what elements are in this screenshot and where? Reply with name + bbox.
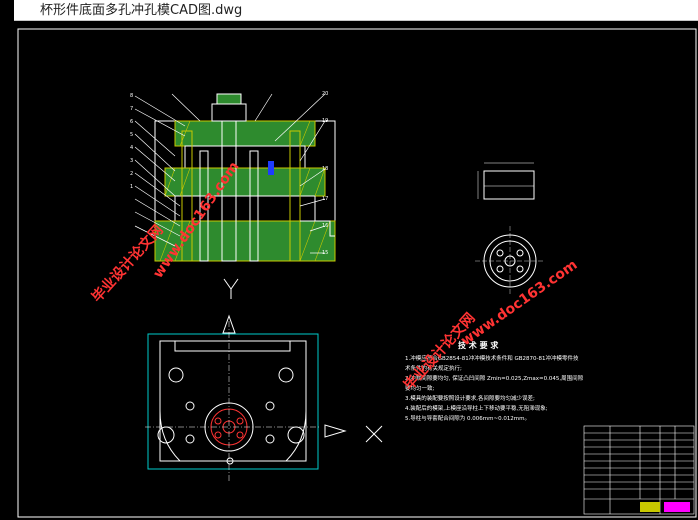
svg-text:17: 17 [322, 196, 328, 202]
cad-canvas[interactable]: 876 543 21 20 19 18 17 16 15 技 术 要 求 1.冲… [0, 21, 698, 520]
watermark-text: www.doc163.com [458, 257, 580, 349]
tech-req-line: 4.装配后的模架,上模座沿导柱上下移动要平稳,无阻滞现象; [405, 404, 548, 412]
svg-text:20: 20 [322, 91, 328, 97]
x-axis-marker [365, 425, 383, 443]
mold-top-view [145, 314, 347, 481]
tech-req-line: 2.冲裁间隙要均匀, 保证凸凹间隙 Zmin=0.025,Zmax=0.045,… [405, 374, 584, 382]
title-bar-edge [0, 0, 14, 21]
y-axis-marker [223, 278, 239, 299]
svg-text:6: 6 [130, 119, 133, 125]
svg-text:1: 1 [130, 184, 133, 190]
svg-text:18: 18 [322, 166, 328, 172]
window-title: 杯形件底面多孔冲孔模CAD图.dwg [40, 2, 243, 18]
watermark-text: 毕业设计论文网 [88, 221, 166, 305]
part-side-view [477, 162, 535, 200]
title-block [583, 425, 695, 515]
svg-text:2: 2 [130, 171, 133, 177]
svg-text:19: 19 [322, 118, 328, 124]
svg-text:15: 15 [322, 250, 328, 256]
svg-text:5: 5 [130, 132, 133, 138]
tech-req-line: 3.模具的装配要按照设计要求,各间隙要均匀减少误差; [405, 394, 535, 402]
svg-text:16: 16 [322, 223, 328, 229]
svg-text:7: 7 [130, 106, 133, 112]
tech-req-line: 5.导柱与导套配合间隙为 0.006mm~0.012mm。 [405, 414, 530, 422]
svg-text:8: 8 [130, 93, 133, 99]
svg-text:3: 3 [130, 158, 133, 164]
cad-drawing: 876 543 21 201918 171615 技 术 要 求 1.冲模应符合… [17, 28, 697, 518]
title-bar: 杯形件底面多孔冲孔模CAD图.dwg [0, 0, 698, 21]
svg-text:4: 4 [130, 145, 133, 151]
